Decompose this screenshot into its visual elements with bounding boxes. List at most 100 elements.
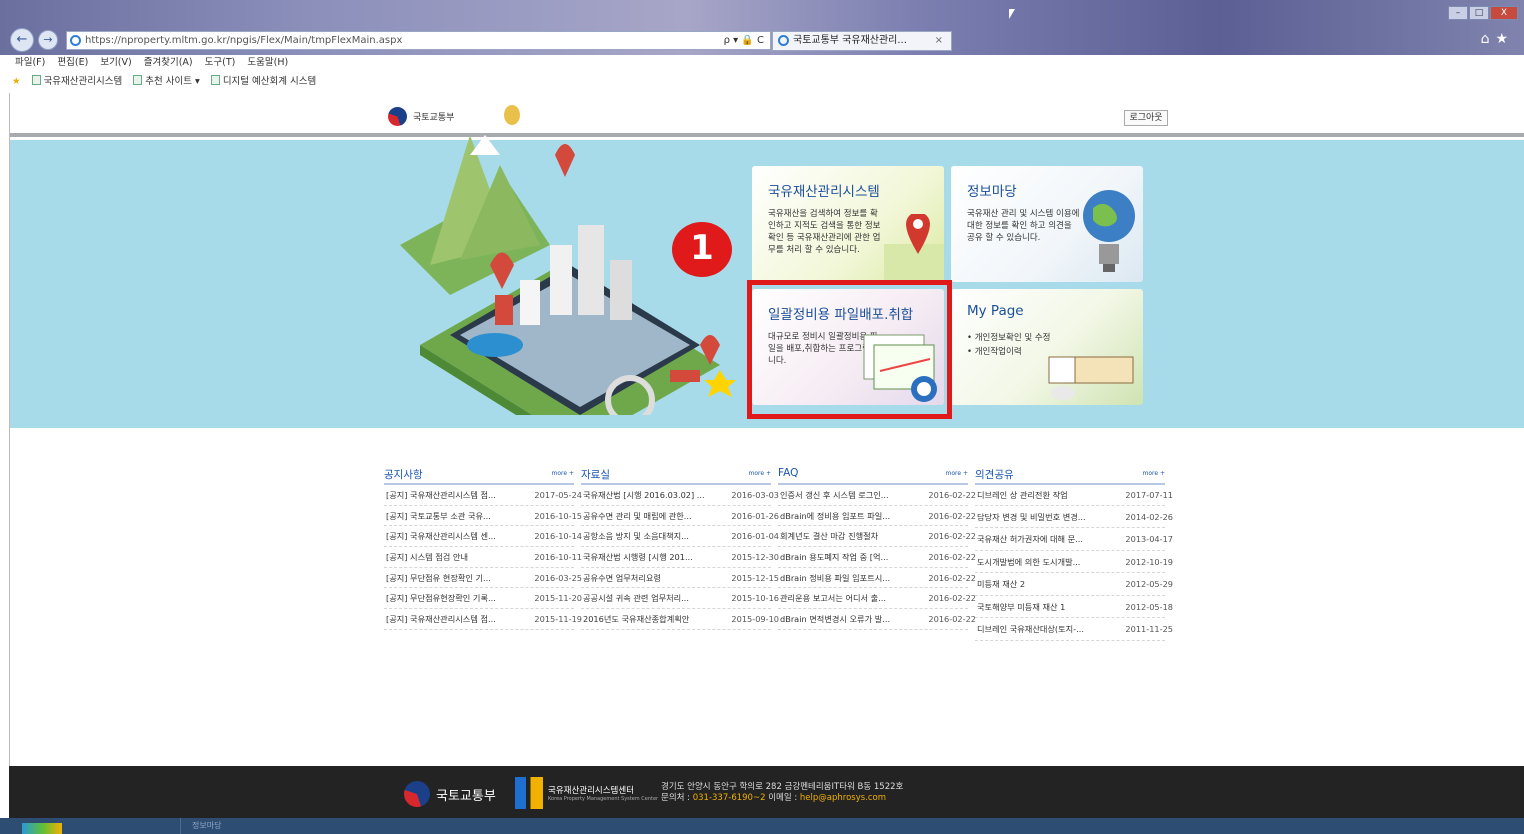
window-controls: – □ X: [1447, 6, 1518, 20]
link-work-history[interactable]: • 개인작업이력: [967, 345, 1051, 359]
home-favorites-icons[interactable]: ⌂★: [1481, 31, 1514, 47]
close-button[interactable]: X: [1490, 6, 1518, 20]
address-bar[interactable]: https://nproperty.mltm.go.kr/npgis/Flex/…: [66, 31, 771, 50]
center-logo-icon: [515, 777, 543, 809]
list-item[interactable]: 디브레인 국유재산대상(토지-... 2011-11-25: [975, 618, 1173, 641]
list-item[interactable]: 국유재산 허가권자에 대해 문... 2013-04-17: [975, 528, 1173, 551]
board-title[interactable]: 자료실: [581, 467, 771, 481]
page-icon: [133, 75, 143, 85]
list-item[interactable]: [공지] 국유재산관리시스템 점... 2017-05-24: [384, 485, 582, 506]
address-controls[interactable]: ρ ▾ 🔒 C: [724, 32, 764, 49]
menu-view[interactable]: 보기(V): [100, 57, 131, 68]
windows-start-icon[interactable]: [22, 823, 62, 834]
forward-button[interactable]: →: [38, 30, 58, 50]
board-faq: FAQ more + 인증서 갱신 후 시스템 로그인... 2016-02-22…: [778, 467, 976, 630]
list-item[interactable]: 공공시설 귀속 관련 업무처리... 2015-10-16: [581, 588, 779, 610]
more-link[interactable]: more +: [552, 470, 574, 477]
list-item[interactable]: 회계년도 결산 마감 진행절차 2016-02-22: [778, 526, 976, 548]
step-badge: 1: [672, 222, 732, 277]
page-icon: [210, 75, 220, 85]
tab-title: 국토교통부 국유재산관리...: [793, 35, 907, 46]
map-pin-icon: [884, 214, 944, 282]
phone-number: 031-337-6190~2: [692, 793, 766, 803]
browser-tab[interactable]: 국토교통부 국유재산관리... ×: [772, 31, 952, 51]
list-item[interactable]: [공지] 국유재산관리시스템 점... 2015-11-19: [384, 609, 582, 630]
maximize-button[interactable]: □: [1469, 6, 1489, 20]
list-item[interactable]: [공지] 국토교통부 소관 국유... 2016-10-15: [384, 506, 582, 527]
list-item[interactable]: dBrain 용도폐지 작업 중 [억... 2016-02-22: [778, 547, 976, 568]
list-item[interactable]: 인증서 갱신 후 시스템 로그인... 2016-02-22: [778, 485, 976, 506]
logout-button[interactable]: 로그아웃: [1124, 110, 1168, 126]
screen: ← → https://nproperty.mltm.go.kr/npgis/F…: [0, 0, 1524, 834]
card-my-page[interactable]: My Page • 개인정보확인 및 수정 • 개인작업이력: [951, 289, 1143, 405]
link-personal-info[interactable]: • 개인정보확인 및 수정: [967, 331, 1051, 345]
board-archive: 자료실 more + 국유재산법 [시행 2016.03.02] ... 2016…: [581, 467, 779, 630]
site-footer: 국토교통부 국유재산관리시스템센터 Korea Property Managem…: [9, 766, 1524, 818]
list-item[interactable]: 디브레인 상 관리전환 작업 2017-07-11: [975, 485, 1173, 506]
board-opinions: 의견공유 more + 디브레인 상 관리전환 작업 2017-07-11 담당자…: [975, 467, 1173, 641]
list-item[interactable]: dBrain 면적변경시 오류가 발... 2016-02-22: [778, 609, 976, 630]
footer-logo-text: 국토교통부: [436, 788, 496, 804]
card-title: 정보마당: [967, 184, 1017, 200]
contact-line: 문의처 : 031-337-6190~2 이메일 : help@aphrosys…: [661, 793, 887, 803]
back-button[interactable]: ←: [10, 28, 34, 52]
url-text: https://nproperty.mltm.go.kr/npgis/Flex/…: [85, 35, 403, 46]
minimize-button[interactable]: –: [1448, 6, 1468, 20]
favorites-star-icon[interactable]: ★: [12, 76, 21, 87]
fav-link-nproperty[interactable]: 국유재산관리시스템: [31, 75, 122, 87]
taskbar: 정보마당: [0, 818, 1524, 834]
card-title: 국유재산관리시스템: [768, 184, 880, 200]
ie-icon: [70, 35, 81, 46]
list-item[interactable]: 국유재산법 [시행 2016.03.02] ... 2016-03-03: [581, 485, 779, 506]
list-item[interactable]: [공지] 시스템 점검 안내 2016-10-11: [384, 547, 582, 568]
list-item[interactable]: 미등재 재산 2 2012-05-29: [975, 573, 1173, 596]
card-desc: 국유재산을 검색하여 정보를 확인하고 지적도 검색을 통한 정보확인 등 국유…: [768, 209, 881, 255]
list-item[interactable]: dBrain 정비용 파일 임포트시... 2016-02-22: [778, 568, 976, 589]
card-title: My Page: [967, 303, 1024, 319]
list-item[interactable]: 공유수면 업무처리요령 2015-12-15: [581, 568, 779, 589]
page-icon: [31, 75, 41, 85]
list-item[interactable]: [공지] 국유재산관리시스템 센... 2016-10-14: [384, 526, 582, 548]
card-desc: 국유재산 관리 및 시스템 이용에대한 정보를 확인 하고 의견을 공유 할 수…: [967, 209, 1080, 243]
list-item[interactable]: 관리운용 보고서는 어디서 출... 2016-02-22: [778, 588, 976, 610]
address-text: 경기도 안양시 동안구 학의로 282 금강펜테리움IT타워 B동 1522호: [661, 782, 904, 792]
list-item[interactable]: 도시개발법에 의한 도시개발... 2012-10-19: [975, 551, 1173, 574]
email-address[interactable]: help@aphrosys.com: [800, 793, 886, 803]
ie-icon: [778, 35, 789, 46]
favorites-bar: ★ 국유재산관리시스템 추천 사이트 ▾ 디지털 예산회계 시스템: [0, 72, 1524, 92]
more-link[interactable]: more +: [749, 470, 771, 477]
fav-link-dbrain[interactable]: 디지털 예산회계 시스템: [210, 75, 316, 87]
mouse-cursor-icon: [1009, 9, 1015, 19]
taskbar-divider: [180, 818, 181, 834]
list-item[interactable]: 담당자 변경 및 비밀번호 변경... 2014-02-26: [975, 506, 1173, 529]
card-info-plaza[interactable]: 정보마당 국유재산 관리 및 시스템 이용에대한 정보를 확인 하고 의견을 공…: [951, 166, 1143, 282]
list-item[interactable]: dBrain에 정비용 임포트 파일... 2016-02-22: [778, 506, 976, 527]
list-item[interactable]: 2016년도 국유재산종합계획안 2015-09-10: [581, 609, 779, 630]
taskbar-task-label[interactable]: 정보마당: [192, 820, 221, 831]
board-rows: [공지] 국유재산관리시스템 점... 2017-05-24 [공지] 국토교통부…: [384, 485, 582, 630]
menu-file[interactable]: 파일(F): [15, 57, 45, 68]
menu-help[interactable]: 도움말(H): [247, 57, 288, 68]
more-link[interactable]: more +: [1143, 470, 1165, 477]
board-title[interactable]: 의견공유: [975, 467, 1165, 481]
menu-tools[interactable]: 도구(T): [205, 57, 236, 68]
list-item[interactable]: 국유재산법 시행령 [시행 201... 2015-12-30: [581, 547, 779, 568]
board-title[interactable]: 공지사항: [384, 467, 574, 481]
footer-center-logo: 국유재산관리시스템센터 Korea Property Management Sy…: [515, 777, 658, 809]
menu-favorites[interactable]: 즐겨찾기(A): [144, 57, 193, 68]
tab-close-icon[interactable]: ×: [935, 32, 943, 50]
highlight-box: [747, 280, 952, 419]
list-item[interactable]: 공항소음 방지 및 소음대책지... 2016-01-04: [581, 526, 779, 548]
list-item[interactable]: [공지] 무단점유 현장확인 기... 2016-03-25: [384, 568, 582, 589]
browser-titlebar: ← → https://nproperty.mltm.go.kr/npgis/F…: [0, 0, 1524, 55]
globe-bulb-icon: [1083, 190, 1135, 272]
board-notice: 공지사항 more + [공지] 국유재산관리시스템 점... 2017-05-2…: [384, 467, 582, 630]
list-item[interactable]: 국토해양부 미등재 재산 1 2012-05-18: [975, 596, 1173, 619]
list-item[interactable]: 공유수면 관리 및 매립에 관한... 2016-01-26: [581, 506, 779, 527]
card-nproperty-system[interactable]: 국유재산관리시스템 국유재산을 검색하여 정보를 확인하고 지적도 검색을 통한…: [752, 166, 944, 282]
fav-link-suggested[interactable]: 추천 사이트 ▾: [133, 75, 200, 87]
list-item[interactable]: [공지] 무단점유현장확인 기록... 2015-11-20: [384, 588, 582, 610]
more-link[interactable]: more +: [946, 470, 968, 477]
menu-edit[interactable]: 편집(E): [57, 57, 88, 68]
board-title[interactable]: FAQ: [778, 467, 968, 481]
